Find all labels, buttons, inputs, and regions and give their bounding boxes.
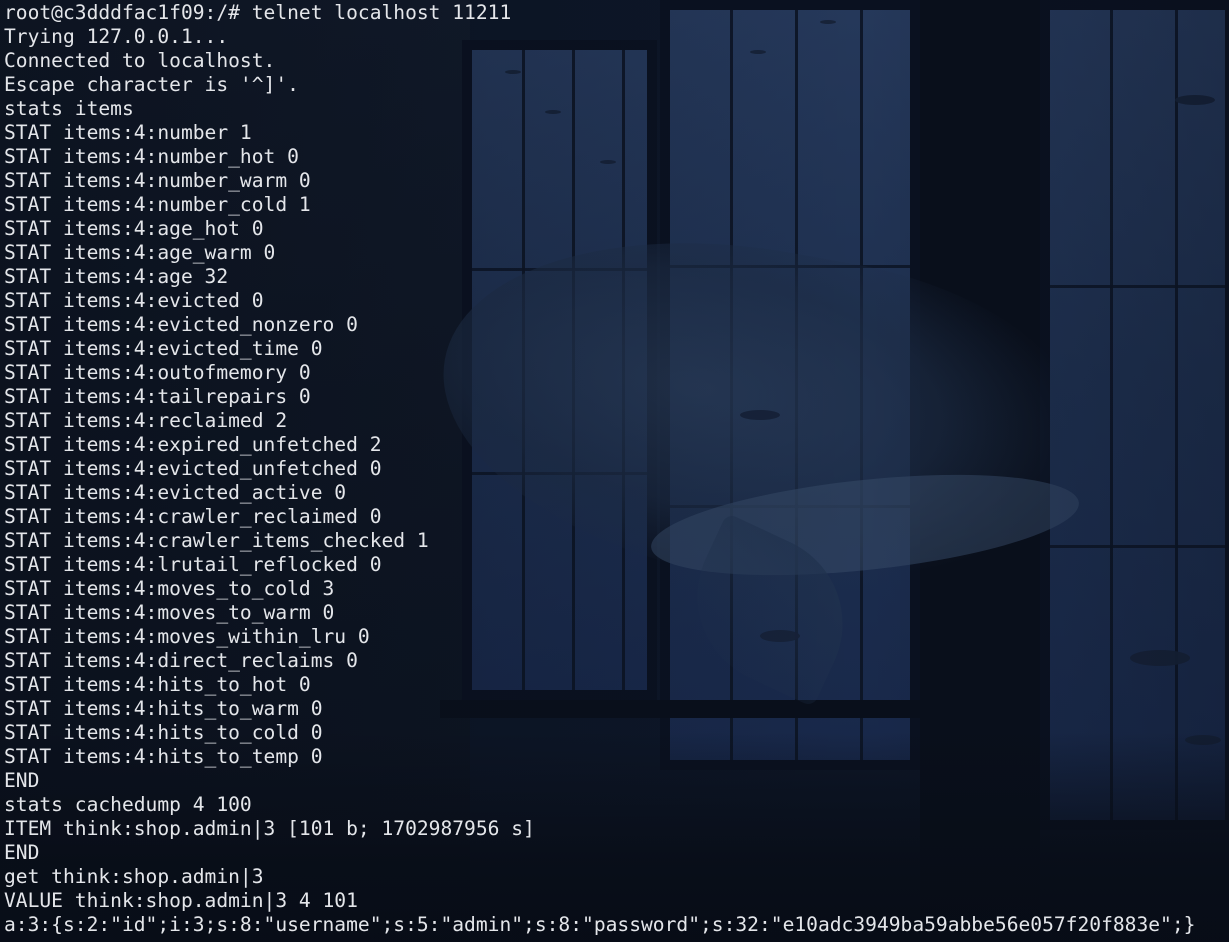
terminal-line: STAT items:4:evicted_active 0 bbox=[4, 481, 347, 504]
terminal-line: STAT items:4:moves_to_cold 3 bbox=[4, 577, 335, 600]
terminal-line: STAT items:4:hits_to_cold 0 bbox=[4, 721, 323, 744]
terminal-line: STAT items:4:hits_to_temp 0 bbox=[4, 745, 323, 768]
terminal-line: get think:shop.admin|3 bbox=[4, 865, 264, 888]
terminal-line: STAT items:4:moves_to_warm 0 bbox=[4, 601, 335, 624]
terminal-line: END bbox=[4, 841, 40, 864]
terminal-line: VALUE think:shop.admin|3 4 101 bbox=[4, 889, 358, 912]
terminal-line: STAT items:4:age_warm 0 bbox=[4, 241, 276, 264]
terminal-line: STAT items:4:hits_to_hot 0 bbox=[4, 673, 311, 696]
terminal-line: STAT items:4:evicted_time 0 bbox=[4, 337, 323, 360]
terminal-line: STAT items:4:direct_reclaims 0 bbox=[4, 649, 358, 672]
terminal-line: a:3:{s:2:"id";i:3;s:8:"username";s:5:"ad… bbox=[4, 913, 1196, 936]
terminal-line: STAT items:4:evicted_unfetched 0 bbox=[4, 457, 382, 480]
terminal-line: ITEM think:shop.admin|3 [101 b; 17029879… bbox=[4, 817, 535, 840]
terminal-line: STAT items:4:crawler_items_checked 1 bbox=[4, 529, 429, 552]
terminal-line: STAT items:4:moves_within_lru 0 bbox=[4, 625, 370, 648]
terminal-output[interactable]: root@c3dddfac1f09:/# telnet localhost 11… bbox=[4, 1, 1195, 937]
terminal-line: STAT items:4:age 32 bbox=[4, 265, 229, 288]
terminal-window[interactable]: root@c3dddfac1f09:/# telnet localhost 11… bbox=[0, 0, 1229, 942]
terminal-line: STAT items:4:number_cold 1 bbox=[4, 193, 311, 216]
terminal-line: Connected to localhost. bbox=[4, 49, 276, 72]
terminal-line: STAT items:4:outofmemory 0 bbox=[4, 361, 311, 384]
terminal-line: STAT items:4:reclaimed 2 bbox=[4, 409, 288, 432]
terminal-line: STAT items:4:tailrepairs 0 bbox=[4, 385, 311, 408]
terminal-line: root@c3dddfac1f09:/# telnet localhost 11… bbox=[4, 1, 512, 24]
terminal-line: Trying 127.0.0.1... bbox=[4, 25, 229, 48]
terminal-line: STAT items:4:evicted 0 bbox=[4, 289, 264, 312]
terminal-line: END bbox=[4, 769, 40, 792]
terminal-line: stats items bbox=[4, 97, 134, 120]
terminal-line: STAT items:4:number_warm 0 bbox=[4, 169, 311, 192]
terminal-line: stats cachedump 4 100 bbox=[4, 793, 252, 816]
terminal-line: STAT items:4:expired_unfetched 2 bbox=[4, 433, 382, 456]
terminal-line: STAT items:4:lrutail_reflocked 0 bbox=[4, 553, 382, 576]
terminal-line: STAT items:4:number 1 bbox=[4, 121, 252, 144]
terminal-line: STAT items:4:hits_to_warm 0 bbox=[4, 697, 323, 720]
terminal-line: STAT items:4:age_hot 0 bbox=[4, 217, 264, 240]
terminal-line: Escape character is '^]'. bbox=[4, 73, 299, 96]
terminal-line: STAT items:4:number_hot 0 bbox=[4, 145, 299, 168]
terminal-line: STAT items:4:evicted_nonzero 0 bbox=[4, 313, 358, 336]
terminal-line: STAT items:4:crawler_reclaimed 0 bbox=[4, 505, 382, 528]
